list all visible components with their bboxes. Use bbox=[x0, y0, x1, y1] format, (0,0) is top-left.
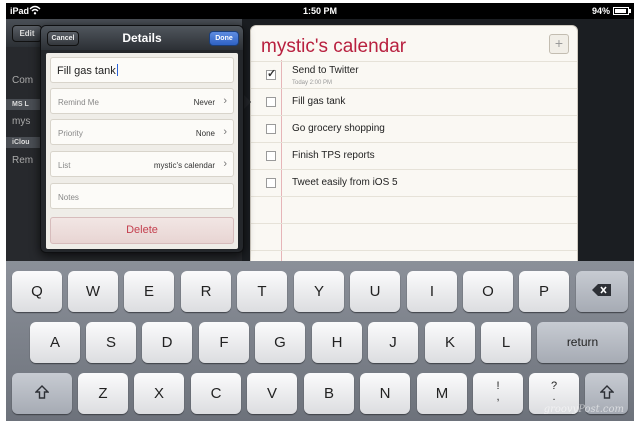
list-title: mystic's calendar bbox=[261, 36, 407, 57]
battery-icon bbox=[613, 7, 629, 15]
delete-button[interactable]: Delete bbox=[50, 217, 234, 244]
priority-label: Priority bbox=[58, 129, 83, 138]
key-x[interactable]: X bbox=[134, 373, 184, 414]
chevron-right-icon: › bbox=[223, 126, 227, 138]
key-o[interactable]: O bbox=[463, 271, 513, 312]
key-m[interactable]: M bbox=[417, 373, 467, 414]
edit-button[interactable]: Edit bbox=[12, 25, 42, 42]
battery-tip bbox=[629, 9, 631, 13]
key-d[interactable]: D bbox=[142, 322, 192, 363]
popover-header: Cancel Details Done bbox=[41, 26, 243, 50]
done-button[interactable]: Done bbox=[209, 31, 239, 46]
rule-line bbox=[251, 223, 577, 224]
reminder-row[interactable]: Send to Twitter Today 2:00 PM bbox=[251, 62, 577, 89]
key-e[interactable]: E bbox=[124, 271, 174, 312]
key-a[interactable]: A bbox=[30, 322, 80, 363]
reminder-name-text: Fill gas tank bbox=[57, 64, 118, 77]
notes-placeholder: Notes bbox=[58, 193, 79, 202]
reminder-row[interactable]: Tweet easily from iOS 5 bbox=[251, 170, 577, 197]
reminder-title: Fill gas tank bbox=[292, 96, 346, 107]
checkbox[interactable] bbox=[266, 97, 276, 107]
text-caret bbox=[116, 64, 118, 76]
notes-field[interactable]: Notes bbox=[50, 183, 234, 209]
rule-line bbox=[251, 250, 577, 251]
backspace-key[interactable] bbox=[576, 271, 628, 312]
key-v[interactable]: V bbox=[247, 373, 297, 414]
checkbox[interactable] bbox=[266, 151, 276, 161]
key-b[interactable]: B bbox=[304, 373, 354, 414]
backspace-icon bbox=[592, 284, 611, 296]
clock: 1:50 PM bbox=[302, 6, 337, 16]
key-z[interactable]: Z bbox=[78, 373, 128, 414]
key-j[interactable]: J bbox=[368, 322, 418, 363]
key-exclamation-comma[interactable]: ! , bbox=[473, 373, 523, 414]
remind-me-row[interactable]: Remind Me Never › bbox=[50, 88, 234, 114]
battery-percent: 94% bbox=[591, 6, 610, 16]
details-popover: Cancel Details Done Fill gas tank Remind… bbox=[40, 25, 244, 253]
popover-body: Fill gas tank Remind Me Never › Priority… bbox=[46, 53, 238, 249]
remind-me-label: Remind Me bbox=[58, 98, 99, 107]
reminder-name-input[interactable]: Fill gas tank bbox=[50, 57, 234, 83]
key-p[interactable]: P bbox=[519, 271, 569, 312]
reminder-title: Go grocery shopping bbox=[292, 123, 385, 134]
key-t[interactable]: T bbox=[237, 271, 287, 312]
reminder-title: Tweet easily from iOS 5 bbox=[292, 177, 398, 188]
chevron-right-icon: › bbox=[223, 95, 227, 107]
reminder-due: Today 2:00 PM bbox=[292, 80, 333, 86]
watermark: groovyPost.com bbox=[543, 404, 624, 415]
key-w[interactable]: W bbox=[68, 271, 118, 312]
reminder-row[interactable]: Fill gas tank bbox=[251, 89, 577, 116]
key-g[interactable]: G bbox=[255, 322, 305, 363]
key-s[interactable]: S bbox=[86, 322, 136, 363]
key-i[interactable]: I bbox=[407, 271, 457, 312]
status-bar: iPad 1:50 PM 94% bbox=[6, 3, 634, 19]
reminder-title: Finish TPS reports bbox=[292, 150, 375, 161]
checkbox[interactable] bbox=[266, 178, 276, 188]
checkbox[interactable] bbox=[266, 124, 276, 134]
key-bottom-char: . bbox=[552, 391, 556, 403]
key-n[interactable]: N bbox=[360, 373, 410, 414]
key-y[interactable]: Y bbox=[294, 271, 344, 312]
list-value: mystic's calendar bbox=[153, 161, 215, 170]
list-row-field[interactable]: List mystic's calendar › bbox=[50, 151, 234, 177]
key-u[interactable]: U bbox=[350, 271, 400, 312]
shift-key-left[interactable] bbox=[12, 373, 72, 414]
priority-row[interactable]: Priority None › bbox=[50, 119, 234, 145]
shift-icon bbox=[34, 385, 50, 399]
checkbox[interactable] bbox=[266, 67, 276, 80]
reminders-list: mystic's calendar + Send to Twitter Toda… bbox=[250, 25, 578, 265]
key-h[interactable]: H bbox=[312, 322, 362, 363]
ipad-screen: iPad 1:50 PM 94% Edit Com MS L mys iClou… bbox=[6, 3, 634, 421]
add-reminder-button[interactable]: + bbox=[549, 34, 569, 54]
key-r[interactable]: R bbox=[181, 271, 231, 312]
key-bottom-char: , bbox=[496, 391, 500, 403]
key-f[interactable]: F bbox=[199, 322, 249, 363]
key-c[interactable]: C bbox=[191, 373, 241, 414]
reminder-row[interactable]: Finish TPS reports bbox=[251, 143, 577, 170]
key-k[interactable]: K bbox=[425, 322, 475, 363]
remind-me-value: Never bbox=[193, 98, 215, 107]
return-key[interactable]: return bbox=[537, 322, 628, 363]
reminder-row[interactable]: Go grocery shopping bbox=[251, 116, 577, 143]
list-label: List bbox=[58, 161, 71, 170]
priority-value: None bbox=[195, 129, 215, 138]
on-screen-keyboard: Q W E R T Y U I O P A S D F G H J K L re… bbox=[6, 261, 634, 421]
reminder-title: Send to Twitter bbox=[292, 65, 359, 76]
chevron-right-icon: › bbox=[223, 158, 227, 170]
key-l[interactable]: L bbox=[481, 322, 531, 363]
shift-icon bbox=[598, 385, 615, 399]
key-q[interactable]: Q bbox=[12, 271, 62, 312]
